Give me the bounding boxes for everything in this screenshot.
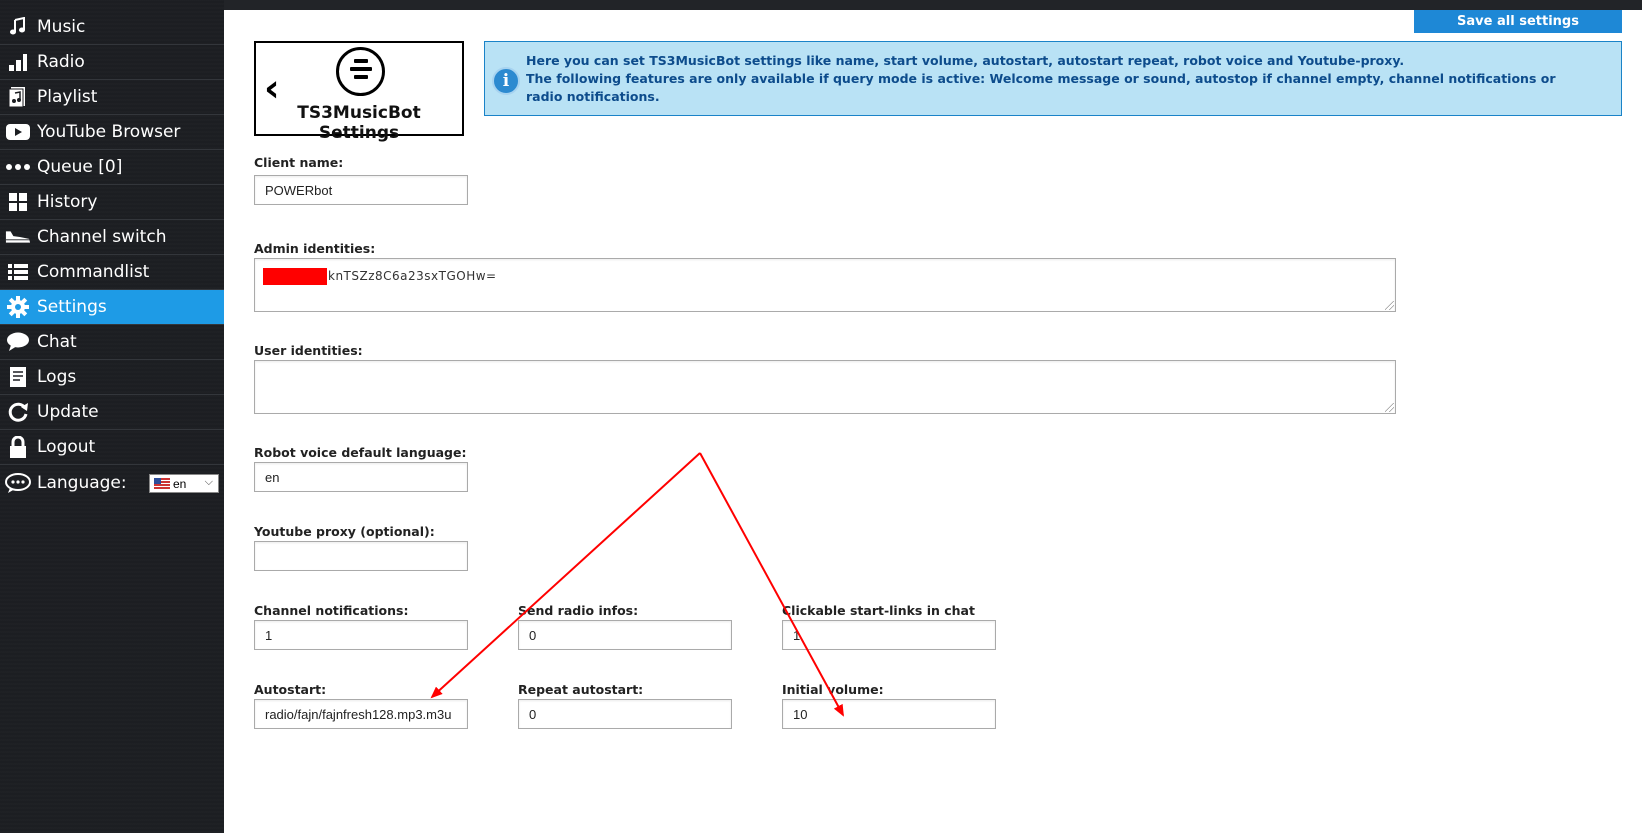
sidebar-item-label: Update [37, 402, 99, 422]
repeat-autostart-input[interactable] [518, 699, 732, 729]
sidebar-item-label: Radio [37, 52, 85, 72]
language-bubble-icon [5, 471, 31, 495]
refresh-icon [5, 400, 31, 424]
initial-volume-label: Initial volume: [782, 682, 884, 697]
sidebar-item-label: Music [37, 17, 86, 37]
autostart-label: Autostart: [254, 682, 327, 697]
settings-content: Save all settings ‹ TS3MusicBot Settings… [224, 10, 1642, 833]
sidebar-item-label: Commandlist [37, 262, 150, 282]
language-select-value: en [173, 476, 187, 491]
client-name-input[interactable] [254, 175, 468, 205]
grid-icon [5, 190, 31, 214]
sidebar-item-playlist[interactable]: Playlist [0, 80, 224, 115]
sidebar-item-settings[interactable]: Settings [0, 290, 224, 325]
settings-logo: ‹ TS3MusicBot Settings [254, 41, 464, 143]
admin-identities-textarea[interactable]: knTSZz8C6a23sxTGOHw= [254, 258, 1396, 312]
sidebar-item-label: Playlist [37, 87, 98, 107]
redaction-block [263, 268, 327, 285]
sidebar-item-music[interactable]: Music [0, 10, 224, 45]
chat-bubble-icon [5, 330, 31, 354]
admin-identity-value: knTSZz8C6a23sxTGOHw= [328, 269, 497, 283]
sidebar-item-history[interactable]: History [0, 185, 224, 220]
admin-identities-label: Admin identities: [254, 241, 376, 256]
info-icon: i [492, 67, 520, 95]
sidebar-item-label: Settings [37, 297, 107, 317]
music-note-icon [5, 15, 31, 39]
document-icon [5, 365, 31, 389]
us-flag-icon [154, 478, 170, 489]
info-text: Here you can set TS3MusicBot settings li… [526, 52, 1561, 106]
sidebar-item-youtube-browser[interactable]: YouTube Browser [0, 115, 224, 150]
signal-bars-icon [5, 50, 31, 74]
send-radio-infos-label: Send radio infos: [518, 603, 639, 618]
channel-notifications-input[interactable] [254, 620, 468, 650]
sidebar-item-label: Queue [0] [37, 157, 123, 177]
sidebar-item-radio[interactable]: Radio [0, 45, 224, 80]
client-name-label: Client name: [254, 155, 344, 170]
robot-voice-input[interactable] [254, 462, 468, 492]
sidebar-item-commandlist[interactable]: Commandlist [0, 255, 224, 290]
page-title: TS3MusicBot Settings [297, 103, 421, 143]
user-identities-textarea[interactable] [254, 360, 1396, 414]
chevron-down-icon: ⌵ [204, 476, 213, 488]
resize-handle-icon[interactable] [1385, 403, 1394, 412]
channel-notifications-label: Channel notifications: [254, 603, 409, 618]
youtube-icon [5, 120, 31, 144]
youtube-proxy-input[interactable] [254, 541, 468, 571]
repeat-autostart-label: Repeat autostart: [518, 682, 644, 697]
send-radio-infos-input[interactable] [518, 620, 732, 650]
sidebar-item-label: Logout [37, 437, 96, 457]
initial-volume-input[interactable] [782, 699, 996, 729]
save-all-settings-button[interactable]: Save all settings [1414, 10, 1622, 33]
sidebar-item-logout[interactable]: Logout [0, 430, 224, 465]
menu-lines-icon [336, 47, 385, 96]
sidebar-item-logs[interactable]: Logs [0, 360, 224, 395]
sidebar-item-queue[interactable]: Queue [0] [0, 150, 224, 185]
sidebar-item-label: YouTube Browser [37, 122, 181, 142]
list-icon [5, 260, 31, 284]
robot-voice-label: Robot voice default language: [254, 445, 467, 460]
language-select[interactable]: en ⌵ [149, 474, 219, 493]
sidebar-item-label: Chat [37, 332, 77, 352]
sidebar-item-update[interactable]: Update [0, 395, 224, 430]
dots-icon [5, 155, 31, 179]
sidebar-item-label: Channel switch [37, 227, 167, 247]
info-line-1: Here you can set TS3MusicBot settings li… [526, 53, 1405, 68]
sidebar-item-label: Logs [37, 367, 77, 387]
lock-icon [5, 435, 31, 459]
gear-icon [5, 295, 31, 319]
top-strip [224, 0, 1642, 10]
sidebar-item-label: History [37, 192, 98, 212]
clickable-links-input[interactable] [782, 620, 996, 650]
clickable-links-label: Clickable start-links in chat [782, 603, 975, 618]
sidebar-item-label: Language: [37, 472, 127, 493]
sidebar-item-language: Language: en ⌵ [0, 465, 224, 500]
sidebar: Music Radio Playlist YouTube Browser Que… [0, 0, 224, 833]
resize-handle-icon[interactable] [1385, 301, 1394, 310]
sidebar-item-channel-switch[interactable]: Channel switch [0, 220, 224, 255]
user-identities-label: User identities: [254, 343, 363, 358]
back-chevron-icon[interactable]: ‹ [264, 69, 280, 107]
info-panel: i Here you can set TS3MusicBot settings … [484, 41, 1622, 116]
sneaker-icon [5, 225, 31, 249]
sidebar-item-chat[interactable]: Chat [0, 325, 224, 360]
playlist-icon [5, 85, 31, 109]
info-line-2: The following features are only availabl… [526, 71, 1556, 104]
youtube-proxy-label: Youtube proxy (optional): [254, 524, 435, 539]
autostart-input[interactable] [254, 699, 468, 729]
